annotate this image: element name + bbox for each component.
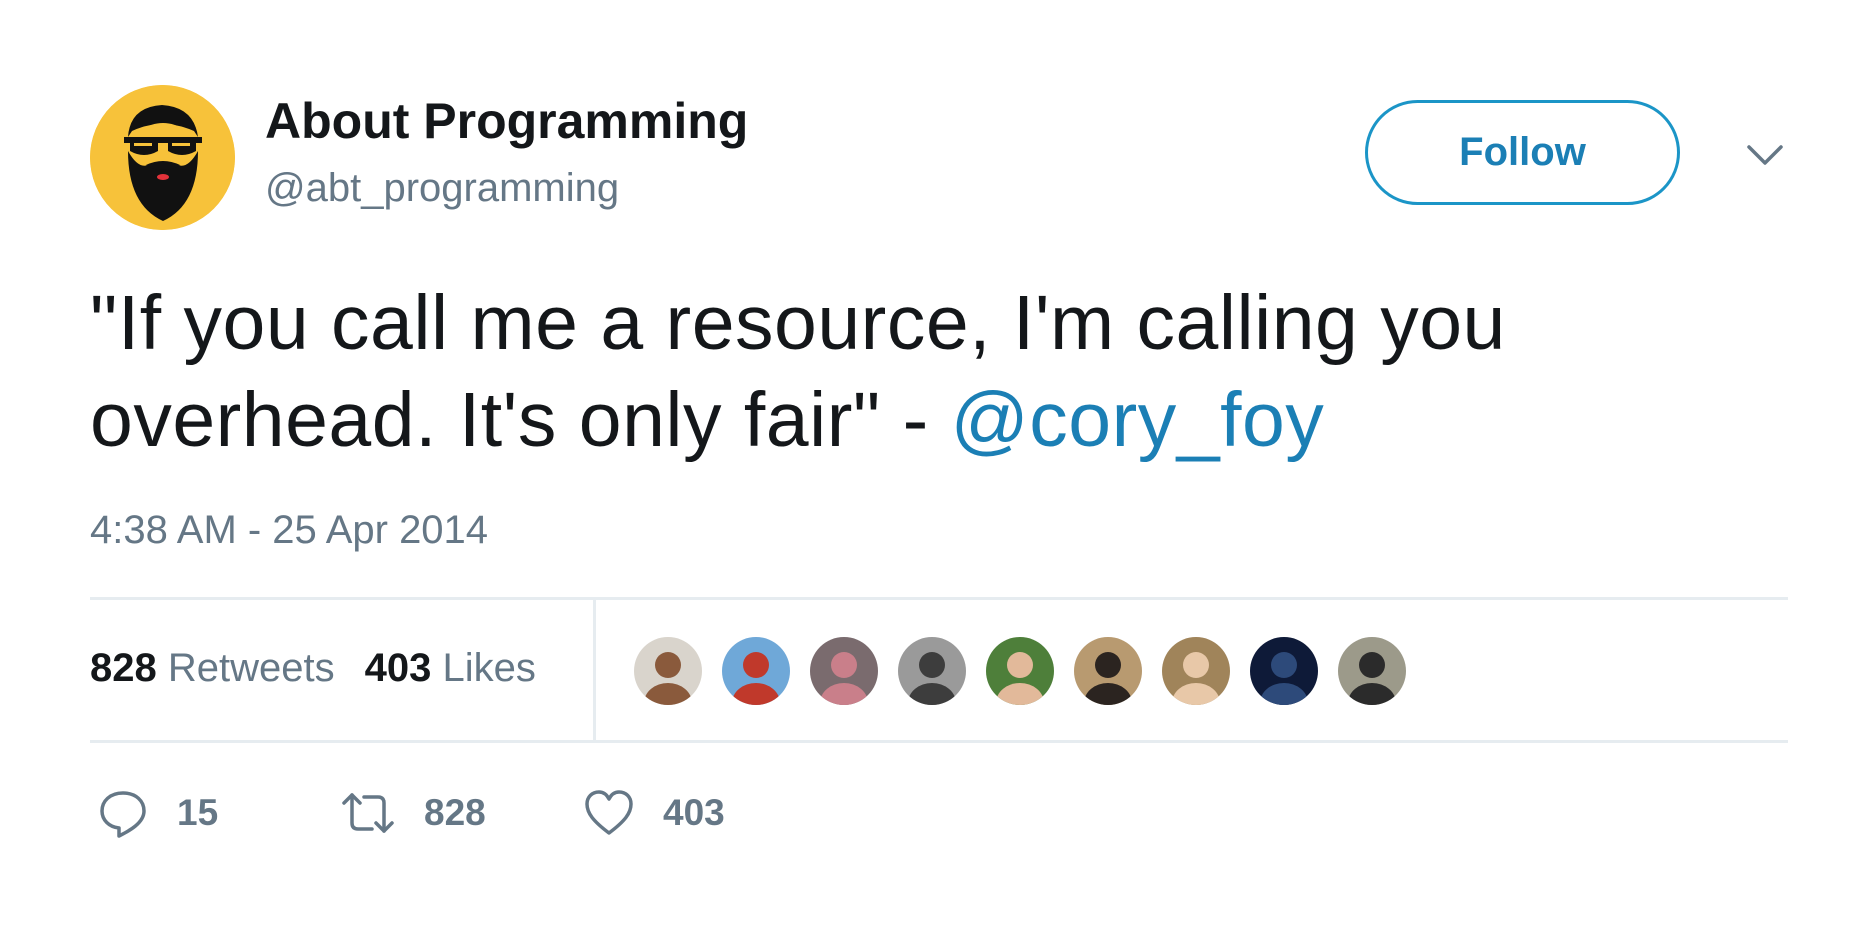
divider-bottom — [90, 740, 1788, 743]
tweet-card: About Programming @abt_programming Follo… — [0, 0, 1867, 925]
engagement-stats: 828 Retweets 403 Likes — [90, 646, 536, 691]
tweet-timestamp[interactable]: 4:38 AM - 25 Apr 2014 — [90, 508, 488, 553]
chevron-down-icon — [1747, 145, 1783, 165]
liker-avatar-3[interactable] — [808, 635, 880, 707]
liker-avatar-9[interactable] — [1336, 635, 1408, 707]
liker-avatar-7[interactable] — [1160, 635, 1232, 707]
profile-photo-icon — [898, 637, 966, 705]
likers-avatar-list — [632, 635, 1408, 707]
heart-icon — [585, 789, 633, 835]
like-button[interactable]: 403 — [583, 785, 725, 840]
reply-icon — [100, 790, 146, 838]
profile-photo-icon — [1338, 637, 1406, 705]
reply-button[interactable]: 15 — [97, 785, 218, 840]
liker-avatar-8[interactable] — [1248, 635, 1320, 707]
more-options-button[interactable] — [1745, 140, 1785, 170]
profile-photo-icon — [986, 637, 1054, 705]
divider-top — [90, 597, 1788, 600]
likes-stat[interactable]: 403 Likes — [365, 646, 536, 690]
tweet-text: "If you call me a resource, I'm calling … — [90, 275, 1790, 469]
liker-avatar-6[interactable] — [1072, 635, 1144, 707]
divider-vertical — [593, 600, 596, 740]
profile-photo-icon — [634, 637, 702, 705]
retweets-label: Retweets — [167, 646, 335, 690]
author-handle[interactable]: @abt_programming — [265, 166, 619, 211]
author-display-name[interactable]: About Programming — [265, 92, 748, 150]
like-count: 403 — [663, 791, 725, 833]
likes-count: 403 — [364, 646, 432, 690]
profile-photo-icon — [1074, 637, 1142, 705]
retweets-stat[interactable]: 828 Retweets — [90, 646, 335, 690]
retweet-icon — [342, 792, 394, 833]
profile-photo-icon — [1162, 637, 1230, 705]
liker-avatar-4[interactable] — [896, 635, 968, 707]
bearded-man-logo-icon — [90, 85, 235, 230]
profile-photo-icon — [810, 637, 878, 705]
likes-label: Likes — [442, 646, 536, 690]
liker-avatar-2[interactable] — [720, 635, 792, 707]
mention-link[interactable]: @cory_foy — [951, 377, 1325, 463]
liker-avatar-1[interactable] — [632, 635, 704, 707]
retweet-button[interactable]: 828 — [340, 785, 486, 840]
retweets-count: 828 — [90, 646, 157, 690]
author-avatar[interactable] — [90, 85, 235, 230]
profile-photo-icon — [1250, 637, 1318, 705]
follow-button[interactable]: Follow — [1365, 100, 1680, 205]
retweet-count: 828 — [424, 791, 486, 833]
profile-photo-icon — [722, 637, 790, 705]
reply-count: 15 — [177, 791, 219, 833]
liker-avatar-5[interactable] — [984, 635, 1056, 707]
